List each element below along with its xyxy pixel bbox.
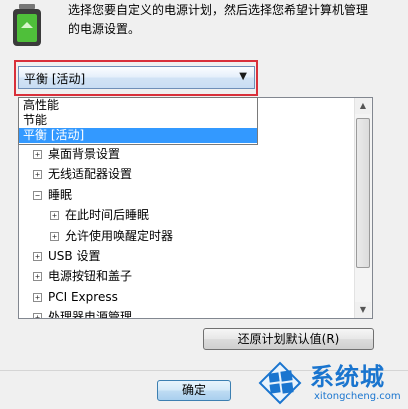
- tree-item-label: 睡眠: [48, 187, 73, 202]
- watermark-url: xitongcheng.com: [314, 391, 401, 402]
- tree-item-label: 在此时间后睡眠: [65, 208, 150, 223]
- intro-line-2: 的电源设置。: [68, 22, 141, 36]
- scroll-up-icon[interactable]: ▲: [355, 98, 371, 114]
- tree-item-label: 桌面背景设置: [48, 147, 121, 161]
- expand-icon[interactable]: +: [33, 272, 42, 282]
- plan-select-value: 平衡 [活动]: [24, 72, 86, 86]
- expand-icon[interactable]: +: [33, 252, 42, 261]
- expand-icon[interactable]: +: [33, 313, 42, 318]
- tree-item-label: 电源按钮和盖子: [48, 269, 133, 284]
- tree-item[interactable]: + 电源按钮和盖子: [33, 266, 132, 286]
- plan-select-dropdown[interactable]: 平衡 [活动] ▼: [18, 66, 255, 89]
- tree-item-label: 处理器电源管理: [48, 310, 133, 319]
- tree-item-label: USB 设置: [48, 249, 101, 263]
- plan-option-balanced[interactable]: 平衡 [活动]: [19, 128, 257, 143]
- scroll-down-icon[interactable]: ▼: [355, 302, 371, 318]
- plan-option-power-saver[interactable]: 节能: [19, 113, 257, 128]
- plan-options-list: 高性能 节能 平衡 [活动]: [18, 97, 258, 145]
- tree-item[interactable]: + PCI Express: [33, 287, 118, 307]
- tree-item-label: 无线适配器设置: [48, 167, 133, 182]
- tree-item[interactable]: + 桌面背景设置: [33, 144, 120, 164]
- tree-item[interactable]: − 睡眠: [33, 185, 72, 205]
- tree-item[interactable]: + 在此时间后睡眠: [50, 205, 149, 225]
- expand-icon[interactable]: +: [50, 231, 59, 241]
- windows-logo-icon: [258, 361, 302, 405]
- power-battery-icon: [13, 4, 41, 46]
- collapse-icon[interactable]: −: [33, 190, 42, 200]
- tree-item[interactable]: + 无线适配器设置: [33, 164, 132, 184]
- restore-defaults-button[interactable]: 还原计划默认值(R): [203, 328, 374, 350]
- expand-icon[interactable]: +: [33, 170, 42, 180]
- tree-item-label: 允许使用唤醒定时器: [65, 228, 174, 243]
- watermark-brand: 系统城: [310, 363, 385, 391]
- chevron-down-icon[interactable]: ▼: [239, 71, 247, 82]
- intro-text: 选择您要自定义的电源计划，然后选择您希望计算机管理 的电源设置。: [68, 1, 398, 39]
- expand-icon[interactable]: +: [50, 211, 59, 221]
- vertical-scrollbar[interactable]: ▲ ▼: [354, 98, 372, 318]
- ok-button[interactable]: 确定: [157, 380, 231, 401]
- scroll-thumb[interactable]: [356, 118, 370, 268]
- expand-icon[interactable]: +: [33, 292, 42, 302]
- tree-item[interactable]: + 允许使用唤醒定时器: [50, 226, 173, 246]
- tree-item[interactable]: + USB 设置: [33, 246, 100, 266]
- expand-icon[interactable]: +: [33, 150, 42, 159]
- watermark: 系统城 xitongcheng.com: [252, 355, 408, 409]
- tree-item-label: PCI Express: [48, 289, 118, 304]
- plan-option-high-performance[interactable]: 高性能: [19, 98, 257, 113]
- intro-line-1: 选择您要自定义的电源计划，然后选择您希望计算机管理: [68, 3, 369, 17]
- tree-item[interactable]: + 处理器电源管理: [33, 307, 133, 319]
